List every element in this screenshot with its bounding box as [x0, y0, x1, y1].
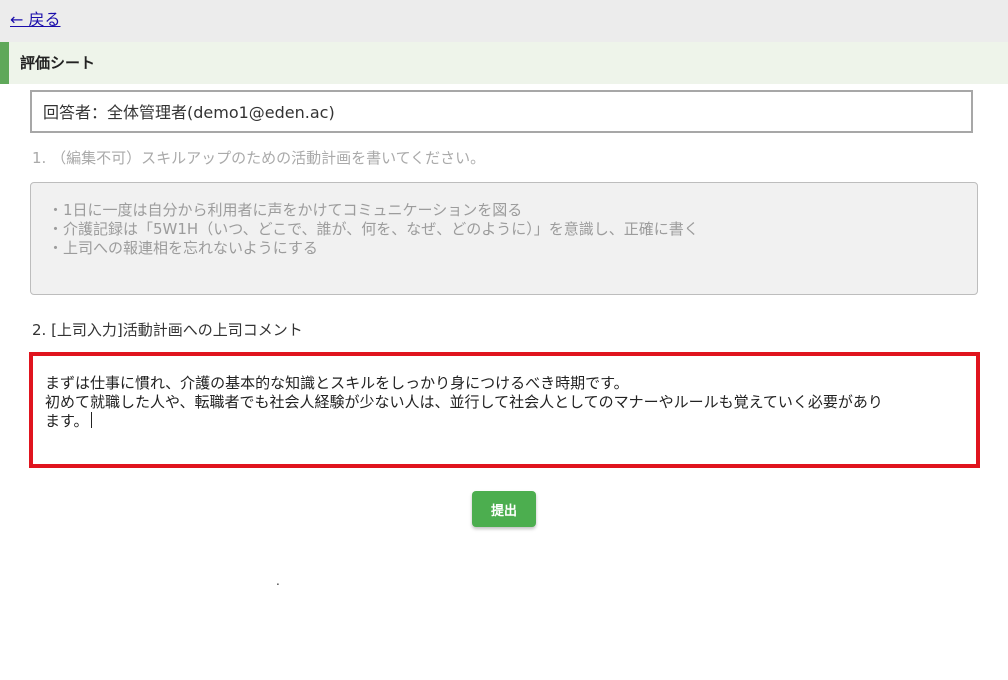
activity-plan-line: ・上司への報連相を忘れないようにする — [48, 239, 318, 257]
comment-line: まずは仕事に慣れ、介護の基本的な知識とスキルをしっかり身につけるべき時期です。 — [45, 374, 629, 392]
comment-line-last: ます。 — [45, 412, 92, 431]
respondent-text: 回答者：全体管理者(demo1@eden.ac) — [43, 103, 335, 122]
activity-plan-line: ・1日に一度は自分から利用者に声をかけてコミュニケーションを図る — [48, 201, 523, 219]
back-link[interactable]: ← 戻る — [10, 9, 61, 31]
comment-line-text: ます。 — [45, 412, 89, 430]
submit-button[interactable]: 提出 — [472, 491, 536, 527]
top-bar: ← 戻る — [0, 0, 1008, 42]
question-1-label: 1. （編集不可）スキルアップのための活動計画を書いてください。 — [32, 149, 486, 167]
supervisor-comment-textarea[interactable]: まずは仕事に慣れ、介護の基本的な知識とスキルをしっかり身につけるべき時期です。 … — [29, 352, 980, 468]
section-header: 評価シート — [0, 42, 1008, 84]
section-accent-bar — [0, 42, 9, 84]
activity-plan-textarea: ・1日に一度は自分から利用者に声をかけてコミュニケーションを図る ・介護記録は「… — [30, 182, 978, 295]
text-caret — [90, 412, 92, 428]
respondent-field: 回答者：全体管理者(demo1@eden.ac) — [30, 90, 973, 133]
activity-plan-line: ・介護記録は「5W1H（いつ、どこで、誰が、何を、なぜ、どのように）」を意識し、… — [48, 220, 699, 238]
question-2-label: 2. [上司入力]活動計画への上司コメント — [32, 321, 303, 339]
stray-dot: . — [276, 574, 280, 588]
page-title: 評価シート — [20, 54, 96, 72]
comment-line: 初めて就職した人や、転職者でも社会人経験が少ない人は、並行して社会人としてのマナ… — [45, 393, 883, 411]
